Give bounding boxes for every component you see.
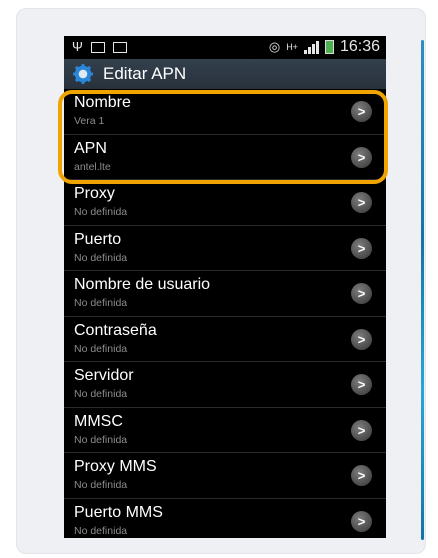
item-value: No definida — [74, 433, 128, 446]
battery-icon — [324, 40, 334, 54]
item-title: Puerto MMS — [74, 503, 163, 521]
apn-item-puerto[interactable]: Puerto No definida > — [64, 226, 386, 271]
item-value: No definida — [74, 251, 128, 264]
item-title: MMSC — [74, 412, 123, 430]
screenshot-icon — [90, 41, 105, 53]
item-title: Proxy MMS — [74, 458, 157, 475]
highlight-box — [58, 90, 388, 184]
item-title: Puerto — [74, 230, 122, 248]
chevron-right-icon[interactable]: > — [351, 465, 372, 486]
item-value: No definida — [74, 388, 128, 400]
chevron-right-icon[interactable]: > — [351, 192, 372, 213]
status-bar: Ψ ◎ H+ 16:36 — [64, 36, 386, 59]
apn-item-proxy[interactable]: Proxy No definida > — [64, 180, 386, 226]
apn-item-nombre-de-usuario[interactable]: Nombre de usuario No definida > — [64, 271, 386, 317]
action-bar: Editar APN — [64, 59, 386, 89]
apn-item-servidor[interactable]: Servidor No definida > — [64, 362, 386, 408]
clock: 16:36 — [339, 38, 380, 55]
chevron-right-icon[interactable]: > — [351, 510, 372, 532]
chevron-right-icon[interactable]: > — [351, 419, 372, 441]
page-title: Editar APN — [103, 64, 187, 83]
item-value: No definida — [74, 297, 128, 309]
chevron-right-icon[interactable]: > — [351, 283, 372, 304]
eye-icon: ◎ — [268, 39, 281, 54]
chevron-right-icon[interactable]: > — [351, 237, 372, 259]
item-title: Contraseña — [74, 321, 157, 339]
item-value: No definida — [74, 342, 128, 355]
item-title: Proxy — [74, 185, 115, 202]
chevron-right-icon[interactable]: > — [351, 328, 372, 350]
usb-icon: Ψ — [72, 39, 83, 54]
item-value: No definida — [74, 524, 128, 537]
signal-icon — [303, 40, 319, 54]
apn-item-proxy-mms[interactable]: Proxy MMS No definida > — [64, 453, 386, 499]
item-value: No definida — [74, 206, 128, 218]
apn-item-mmsc[interactable]: MMSC No definida > — [64, 408, 386, 453]
item-title: Nombre de usuario — [74, 276, 211, 293]
item-title: Servidor — [74, 367, 134, 384]
frame-accent-bar — [421, 40, 424, 540]
apn-item-contrasena[interactable]: Contraseña No definida > — [64, 317, 386, 362]
gear-icon[interactable] — [73, 64, 93, 84]
item-value: No definida — [74, 479, 128, 491]
network-h-plus-icon: H+ — [286, 42, 298, 52]
email-icon — [112, 41, 127, 53]
apn-item-puerto-mms[interactable]: Puerto MMS No definida > — [64, 499, 386, 539]
chevron-right-icon[interactable]: > — [351, 374, 372, 395]
